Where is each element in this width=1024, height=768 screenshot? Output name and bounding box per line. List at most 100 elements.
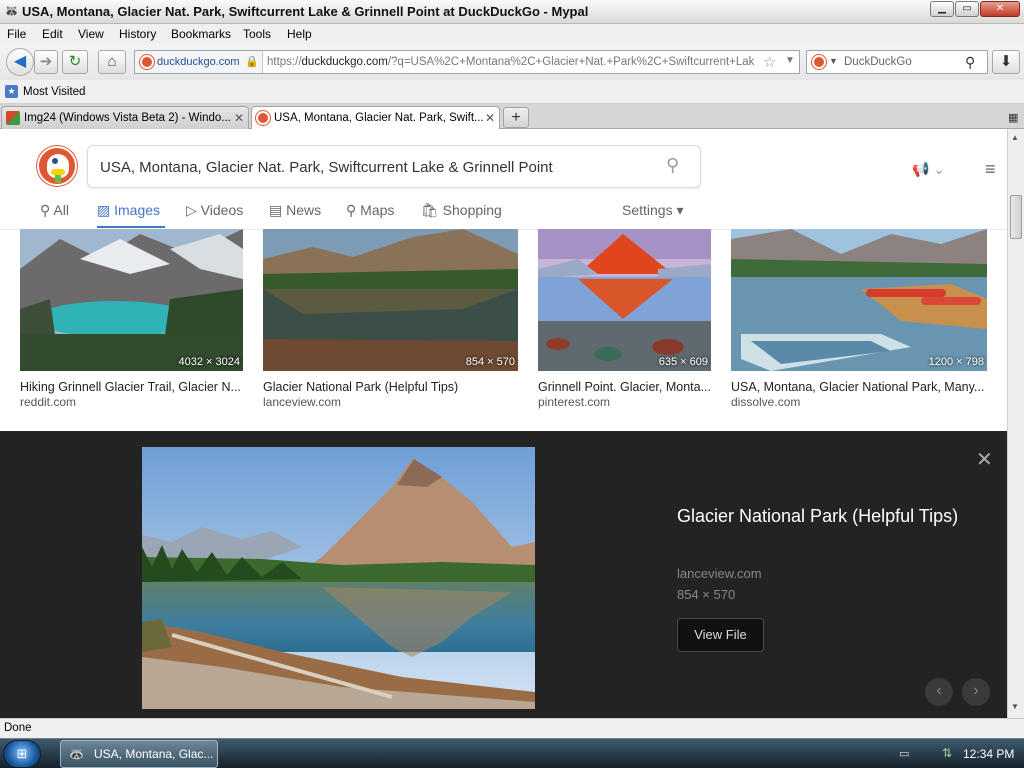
- result-thumbnail[interactable]: 635 × 609: [538, 229, 711, 371]
- menu-edit[interactable]: Edit: [42, 27, 63, 41]
- home-button[interactable]: ⌂: [98, 50, 126, 74]
- duckduckgo-engine-icon[interactable]: [812, 55, 826, 69]
- tab-img24[interactable]: Img24 (Windows Vista Beta 2) - Windo... …: [1, 106, 249, 129]
- search-query-box[interactable]: USA, Montana, Glacier Nat. Park, Swiftcu…: [87, 145, 701, 188]
- url-dropdown-icon[interactable]: ▼: [785, 55, 795, 66]
- start-button[interactable]: ⊞: [3, 740, 41, 768]
- vertical-scrollbar[interactable]: ▲ ▼: [1007, 129, 1024, 718]
- forward-button[interactable]: ➔: [34, 50, 58, 74]
- result-thumbnail[interactable]: 854 × 570: [263, 229, 518, 371]
- tab-maps[interactable]: ⚲ Maps: [346, 202, 394, 219]
- url-text[interactable]: https://duckduckgo.com/?q=USA%2C+Montana…: [267, 56, 757, 68]
- clock[interactable]: 12:34 PM: [963, 747, 1014, 761]
- search-bar[interactable]: ▼ DuckDuckGo ⚲: [806, 50, 988, 74]
- result-source[interactable]: lanceview.com: [263, 395, 341, 409]
- tab-all[interactable]: ⚲ All: [40, 202, 69, 219]
- detail-image[interactable]: [142, 447, 535, 709]
- tab-videos[interactable]: ▷ Videos: [186, 202, 243, 219]
- menu-bookmarks[interactable]: Bookmarks: [171, 27, 231, 41]
- minimize-button[interactable]: ▁: [930, 1, 954, 17]
- download-button[interactable]: ⬇: [992, 50, 1020, 74]
- maximize-button[interactable]: ▭: [955, 1, 979, 17]
- menu-bar: File Edit View History Bookmarks Tools H…: [0, 24, 1024, 44]
- result-source[interactable]: reddit.com: [20, 395, 76, 409]
- scroll-down-icon[interactable]: ▼: [1011, 702, 1019, 711]
- tab-label: Img24 (Windows Vista Beta 2) - Windo...: [24, 112, 231, 124]
- menu-file[interactable]: File: [7, 27, 26, 41]
- search-icon[interactable]: ⚲: [965, 54, 975, 71]
- plus-icon: +: [511, 109, 521, 126]
- tab-label: Videos: [200, 202, 244, 218]
- megaphone-icon[interactable]: 📢 ⌄: [912, 161, 945, 178]
- hamburger-menu-icon[interactable]: ≡: [985, 159, 996, 180]
- duckduckgo-logo[interactable]: [37, 146, 77, 186]
- result-title[interactable]: USA, Montana, Glacier National Park, Man…: [731, 380, 987, 394]
- engine-dropdown-icon[interactable]: ▼: [829, 56, 838, 66]
- chevron-right-icon: ›: [973, 682, 979, 699]
- image-dimensions: 854 × 570: [465, 356, 515, 368]
- result-thumbnail[interactable]: 1200 × 798: [731, 229, 987, 371]
- result-source[interactable]: pinterest.com: [538, 395, 610, 409]
- back-button[interactable]: ◀: [6, 48, 34, 76]
- menu-history[interactable]: History: [119, 27, 156, 41]
- close-window-button[interactable]: ✕: [980, 1, 1020, 17]
- tab-shopping[interactable]: 🛍 Shopping: [421, 202, 502, 219]
- scroll-up-icon[interactable]: ▲: [1011, 133, 1019, 142]
- tab-label: Maps: [360, 202, 395, 218]
- list-all-tabs-icon[interactable]: ▦: [1008, 111, 1018, 124]
- search-icon[interactable]: ⚲: [666, 155, 679, 176]
- detail-dimensions: 854 × 570: [677, 587, 736, 602]
- bookmark-star-icon[interactable]: ☆: [763, 53, 776, 71]
- grinnell-lake-photo: [20, 229, 243, 371]
- close-icon[interactable]: ✕: [976, 447, 993, 472]
- site-identity[interactable]: duckduckgo.com 🔒: [135, 51, 263, 73]
- tab-label: News: [286, 202, 322, 218]
- settings-dropdown[interactable]: Settings ▾: [622, 202, 684, 219]
- tab-news[interactable]: ▤ News: [269, 202, 321, 219]
- result-title[interactable]: Grinnell Point. Glacier, Monta...: [538, 380, 711, 394]
- taskbar-window-button[interactable]: 🦝 USA, Montana, Glac...: [60, 740, 218, 768]
- url-bar[interactable]: duckduckgo.com 🔒 https://duckduckgo.com/…: [134, 50, 800, 74]
- result-source[interactable]: dissolve.com: [731, 395, 800, 409]
- search-query-text[interactable]: USA, Montana, Glacier Nat. Park, Swiftcu…: [100, 159, 553, 176]
- new-tab-button[interactable]: +: [503, 107, 529, 128]
- download-arrow-icon: ⬇: [999, 53, 1013, 70]
- site-host: duckduckgo.com: [157, 56, 240, 68]
- view-file-button[interactable]: View File: [677, 618, 764, 652]
- detail-title[interactable]: Glacier National Park (Helpful Tips): [677, 505, 967, 528]
- url-prefix: https://: [267, 56, 302, 68]
- bookmark-most-visited[interactable]: Most Visited: [23, 86, 85, 98]
- network-icon[interactable]: ⇅: [942, 746, 952, 760]
- windows-logo-icon: ⊞: [16, 746, 28, 761]
- taskbar: ⊞ 🦝 USA, Montana, Glac... ▭ ⇅ 12:34 PM: [0, 738, 1024, 768]
- result-title[interactable]: Glacier National Park (Helpful Tips): [263, 380, 518, 394]
- tab-close-icon[interactable]: ✕: [234, 111, 244, 125]
- tab-close-icon[interactable]: ✕: [485, 111, 495, 125]
- reload-button[interactable]: ↻: [62, 50, 88, 74]
- scrollbar-thumb[interactable]: [1010, 195, 1022, 239]
- detail-source[interactable]: lanceview.com: [677, 566, 762, 581]
- window-title: USA, Montana, Glacier Nat. Park, Swiftcu…: [22, 4, 589, 19]
- result-thumbnail[interactable]: 4032 × 3024: [20, 229, 243, 371]
- close-icon: ✕: [995, 3, 1005, 14]
- menu-view[interactable]: View: [78, 27, 104, 41]
- raccoon-mypal-icon: 🦝: [69, 747, 84, 761]
- image-detail-panel: Glacier National Park (Helpful Tips) lan…: [0, 431, 1007, 718]
- next-image-button[interactable]: ›: [962, 678, 990, 706]
- newspaper-icon: ▤: [269, 202, 283, 218]
- menu-tools[interactable]: Tools: [243, 27, 271, 41]
- reload-icon: ↻: [68, 53, 82, 70]
- forward-arrow-icon: ➔: [39, 53, 53, 70]
- result-title[interactable]: Hiking Grinnell Glacier Trail, Glacier N…: [20, 380, 243, 394]
- tab-duckduckgo[interactable]: USA, Montana, Glacier Nat. Park, Swift..…: [251, 106, 500, 130]
- duckduckgo-favicon: [256, 111, 270, 125]
- menu-help[interactable]: Help: [287, 27, 312, 41]
- chevron-left-icon: ‹: [936, 682, 942, 699]
- grinnell-point-photo: [538, 229, 711, 371]
- tab-images[interactable]: ▨ Images: [97, 202, 160, 219]
- previous-image-button[interactable]: ‹: [925, 678, 953, 706]
- settings-label: Settings: [622, 202, 673, 218]
- map-pin-icon: ⚲: [346, 202, 357, 218]
- keyboard-icon[interactable]: ▭: [899, 747, 909, 760]
- status-text: Done: [4, 722, 32, 734]
